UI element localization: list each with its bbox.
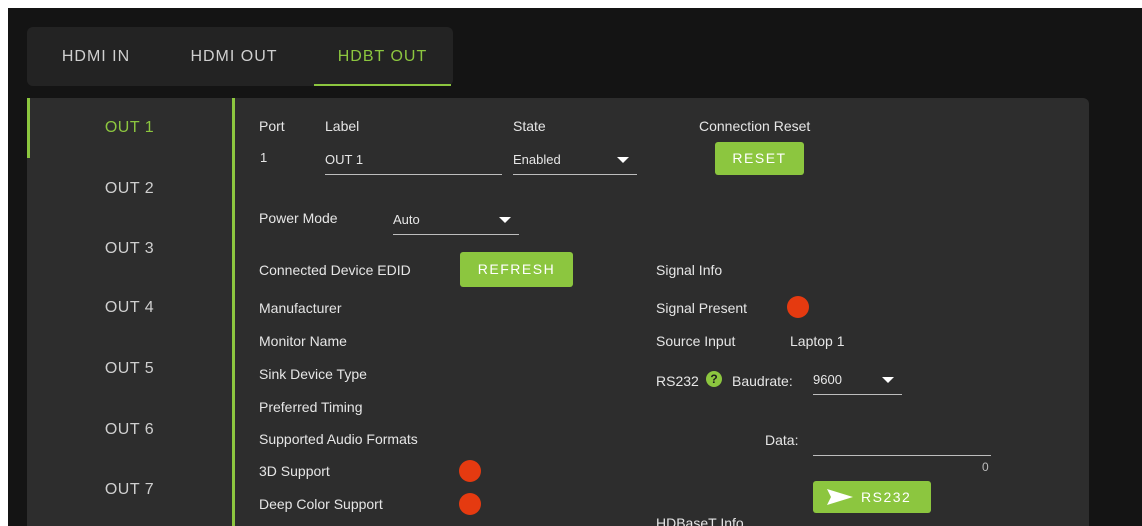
label-input-value: OUT 1: [325, 152, 364, 167]
deep-color-status-indicator: [459, 493, 481, 515]
data-input[interactable]: [813, 426, 991, 456]
connected-device-edid-label: Connected Device EDID: [259, 262, 411, 278]
rs232-label: RS232: [656, 373, 699, 389]
monitor-name-label: Monitor Name: [259, 333, 347, 349]
power-mode-value: Auto: [393, 212, 420, 227]
state-select-value: Enabled: [513, 152, 561, 167]
power-mode-label: Power Mode: [259, 210, 338, 226]
label-header: Label: [325, 118, 360, 134]
active-tab-underline: [314, 84, 451, 86]
chevron-down-icon: [499, 217, 511, 223]
baudrate-value: 9600: [813, 372, 842, 387]
sidebar-item-out-6[interactable]: OUT 6: [27, 410, 232, 450]
send-rs232-button[interactable]: RS232: [813, 481, 931, 513]
signal-present-indicator: [787, 296, 809, 318]
send-arrow-icon: [827, 489, 853, 505]
manufacturer-label: Manufacturer: [259, 300, 342, 316]
chevron-down-icon: [617, 157, 629, 163]
tab-bar: HDMI IN HDMI OUT HDBT OUT: [27, 27, 453, 86]
sidebar-item-out-4[interactable]: OUT 4: [27, 288, 232, 328]
tab-hdbt-out[interactable]: HDBT OUT: [314, 27, 451, 86]
baudrate-label: Baudrate:: [732, 373, 793, 389]
sidebar-item-out-2[interactable]: OUT 2: [27, 169, 232, 209]
sidebar-item-out-1[interactable]: OUT 1: [27, 108, 232, 148]
sidebar-item-out-5[interactable]: OUT 5: [27, 349, 232, 389]
state-select[interactable]: Enabled: [513, 142, 637, 175]
sidebar-item-out-7[interactable]: OUT 7: [27, 470, 232, 510]
connection-reset-header: Connection Reset: [699, 118, 811, 134]
sidebar-item-out-3[interactable]: OUT 3: [27, 229, 232, 269]
send-rs232-label: RS232: [861, 489, 912, 505]
power-mode-select[interactable]: Auto: [393, 204, 519, 235]
supported-audio-formats-label: Supported Audio Formats: [259, 431, 418, 447]
3d-support-status-indicator: [459, 460, 481, 482]
reset-button[interactable]: RESET: [715, 142, 804, 175]
tab-hdmi-in[interactable]: HDMI IN: [41, 27, 151, 86]
refresh-button[interactable]: REFRESH: [460, 252, 573, 287]
port-number: 1: [260, 150, 268, 165]
app-window: HDMI IN HDMI OUT HDBT OUT OUT 1 OUT 2 OU…: [8, 8, 1142, 526]
output-sidebar: OUT 1 OUT 2 OUT 3 OUT 4 OUT 5 OUT 6 OUT …: [27, 98, 234, 526]
source-input-value: Laptop 1: [790, 333, 845, 349]
signal-present-label: Signal Present: [656, 300, 748, 316]
source-input-label: Source Input: [656, 333, 736, 349]
main-panel: OUT 1 OUT 2 OUT 3 OUT 4 OUT 5 OUT 6 OUT …: [27, 98, 1089, 526]
hdbaset-info-title: HDBaseT Info: [656, 515, 744, 526]
chevron-down-icon: [882, 377, 894, 383]
label-input[interactable]: OUT 1: [325, 142, 502, 175]
help-icon[interactable]: ?: [706, 371, 722, 387]
port-header: Port: [259, 118, 285, 134]
3d-support-label: 3D Support: [259, 463, 330, 479]
baudrate-select[interactable]: 9600: [813, 364, 902, 395]
signal-info-title: Signal Info: [656, 262, 723, 278]
sink-device-type-label: Sink Device Type: [259, 366, 367, 382]
preferred-timing-label: Preferred Timing: [259, 399, 363, 415]
data-label: Data:: [765, 432, 799, 448]
data-char-count: 0: [982, 460, 989, 474]
deep-color-support-label: Deep Color Support: [259, 496, 383, 512]
sidebar-divider: [232, 98, 235, 526]
tab-hdmi-out[interactable]: HDMI OUT: [173, 27, 295, 86]
state-header: State: [513, 118, 546, 134]
